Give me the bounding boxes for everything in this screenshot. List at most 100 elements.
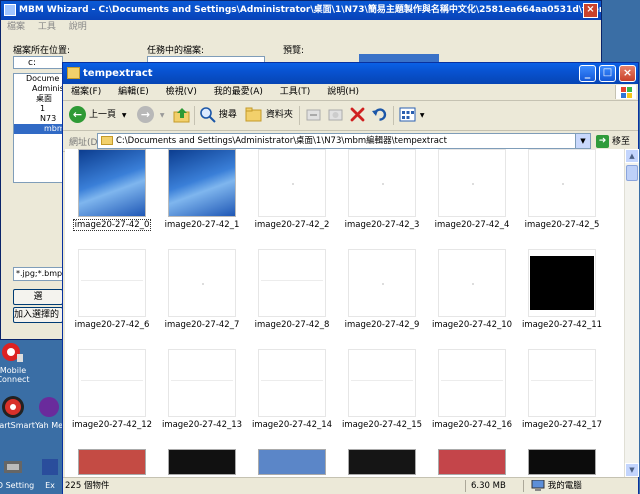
up-folder-button[interactable]: [173, 105, 191, 126]
scroll-up-arrow[interactable]: ▲: [625, 149, 639, 163]
file-item[interactable]: [337, 449, 427, 475]
file-thumbnail[interactable]: [258, 449, 326, 475]
file-thumbnail[interactable]: [438, 149, 506, 217]
desktop-icon-3d-setting[interactable]: 3D Setting: [0, 455, 36, 490]
copy-to-button[interactable]: [327, 105, 344, 126]
file-filter-field[interactable]: *.jpg;*.bmp;*.: [13, 267, 63, 281]
desktop-icon-yahoo[interactable]: Yah Me: [34, 395, 64, 430]
file-item[interactable]: image20-27-42_3: [337, 149, 427, 230]
folder-tree[interactable]: Docume Adminis 桌面 1 N73 mbm: [13, 73, 65, 183]
file-thumbnail[interactable]: [438, 449, 506, 475]
file-thumbnail[interactable]: [528, 349, 596, 417]
title-bar[interactable]: tempextract _ □ ×: [63, 63, 638, 84]
file-item[interactable]: image20-27-42_4: [427, 149, 517, 230]
file-item[interactable]: [67, 449, 157, 475]
file-item[interactable]: [157, 449, 247, 475]
move-to-button[interactable]: [305, 105, 322, 126]
file-thumbnail[interactable]: [78, 149, 146, 217]
scroll-thumb[interactable]: [626, 165, 638, 181]
tree-item[interactable]: 1: [14, 104, 62, 114]
file-item[interactable]: [427, 449, 517, 475]
file-item[interactable]: image20-27-42_2: [247, 149, 337, 230]
chevron-down-icon[interactable]: ▼: [575, 134, 590, 148]
menu-help[interactable]: 說明: [69, 22, 87, 32]
file-thumbnail[interactable]: [348, 449, 416, 475]
tree-item[interactable]: Docume: [14, 74, 62, 84]
file-thumbnail[interactable]: [258, 149, 326, 217]
file-thumbnail[interactable]: [258, 349, 326, 417]
select-button[interactable]: 選: [13, 289, 63, 305]
search-button[interactable]: 搜尋: [199, 105, 237, 126]
file-item[interactable]: image20-27-42_8: [247, 249, 337, 330]
file-item[interactable]: image20-27-42_15: [337, 349, 427, 430]
undo-button[interactable]: [371, 105, 388, 126]
go-button[interactable]: ➜ 移至: [596, 134, 630, 148]
file-item[interactable]: image20-27-42_0: [67, 149, 157, 231]
address-input[interactable]: C:\Documents and Settings\Administrator\…: [97, 133, 591, 149]
file-item[interactable]: image20-27-42_5: [517, 149, 607, 230]
file-thumbnail[interactable]: [168, 249, 236, 317]
menu-help[interactable]: 說明(H): [327, 87, 359, 97]
file-thumbnail[interactable]: [168, 149, 236, 217]
file-thumbnail[interactable]: [438, 249, 506, 317]
file-thumbnail[interactable]: [438, 349, 506, 417]
file-item[interactable]: image20-27-42_14: [247, 349, 337, 430]
file-thumbnail[interactable]: [348, 349, 416, 417]
file-thumbnail[interactable]: [168, 449, 236, 475]
file-item[interactable]: image20-27-42_1: [157, 149, 247, 230]
file-thumbnail[interactable]: [78, 349, 146, 417]
menu-view[interactable]: 檢視(V): [166, 87, 197, 97]
file-item[interactable]: image20-27-42_17: [517, 349, 607, 430]
menu-tools[interactable]: 工具(T): [280, 87, 311, 97]
file-thumbnail[interactable]: [528, 449, 596, 475]
desktop-icon-mobile-connect[interactable]: Mobile Connect: [0, 340, 36, 384]
file-thumbnail-view[interactable]: image20-27-42_0 image20-27-42_1 image20-27…: [65, 149, 624, 477]
file-name: image20-27-42_4: [434, 220, 510, 230]
explorer-window[interactable]: tempextract _ □ × 檔案(F) 編輯(E) 檢視(V) 我的最愛…: [62, 62, 639, 494]
file-item[interactable]: [247, 449, 337, 475]
tree-item[interactable]: Adminis: [14, 84, 64, 94]
delete-button[interactable]: [349, 105, 366, 126]
file-thumbnail[interactable]: [348, 149, 416, 217]
back-button[interactable]: ← 上一頁 ▼: [69, 105, 127, 126]
file-item[interactable]: image20-27-42_12: [67, 349, 157, 430]
file-thumbnail[interactable]: [528, 149, 596, 217]
minimize-button[interactable]: _: [579, 65, 596, 82]
add-selected-button[interactable]: 加入選擇的: [13, 307, 63, 323]
file-thumbnail[interactable]: [528, 249, 596, 317]
file-item[interactable]: image20-27-42_13: [157, 349, 247, 430]
file-thumbnail[interactable]: [258, 249, 326, 317]
file-item[interactable]: [517, 449, 607, 475]
maximize-button[interactable]: □: [599, 65, 616, 82]
desktop-icon-ex[interactable]: Ex: [36, 455, 64, 490]
drive-select[interactable]: c:: [13, 56, 63, 69]
close-button[interactable]: ×: [583, 3, 598, 18]
file-item[interactable]: image20-27-42_7: [157, 249, 247, 330]
vertical-scrollbar[interactable]: ▲ ▼: [624, 149, 639, 477]
menu-tools[interactable]: 工具: [38, 22, 56, 32]
toolbar-separator: [194, 106, 195, 125]
tree-item[interactable]: N73: [14, 114, 62, 124]
tree-item[interactable]: 桌面: [14, 94, 62, 104]
file-thumbnail[interactable]: [348, 249, 416, 317]
views-button[interactable]: ▼: [399, 105, 425, 126]
forward-button[interactable]: → ▼: [137, 105, 165, 126]
title-bar[interactable]: MBM Whizard - C:\Documents and Settings\…: [1, 1, 601, 20]
file-thumbnail[interactable]: [168, 349, 236, 417]
desktop-icon-startsmart[interactable]: StartSmart: [0, 395, 36, 430]
menu-file[interactable]: 檔案: [7, 22, 25, 32]
file-thumbnail[interactable]: [78, 449, 146, 475]
folders-button[interactable]: 資料夾: [245, 105, 293, 126]
file-item[interactable]: image20-27-42_11: [517, 249, 607, 330]
file-item[interactable]: image20-27-42_6: [67, 249, 157, 330]
file-item[interactable]: image20-27-42_10: [427, 249, 517, 330]
close-button[interactable]: ×: [619, 65, 636, 82]
menu-favorites[interactable]: 我的最愛(A): [214, 87, 263, 97]
file-item[interactable]: image20-27-42_16: [427, 349, 517, 430]
file-thumbnail[interactable]: [78, 249, 146, 317]
file-item[interactable]: image20-27-42_9: [337, 249, 427, 330]
scroll-down-arrow[interactable]: ▼: [625, 463, 639, 477]
tree-item-selected[interactable]: mbm: [14, 124, 65, 134]
menu-file[interactable]: 檔案(F): [71, 87, 101, 97]
menu-edit[interactable]: 編輯(E): [118, 87, 149, 97]
